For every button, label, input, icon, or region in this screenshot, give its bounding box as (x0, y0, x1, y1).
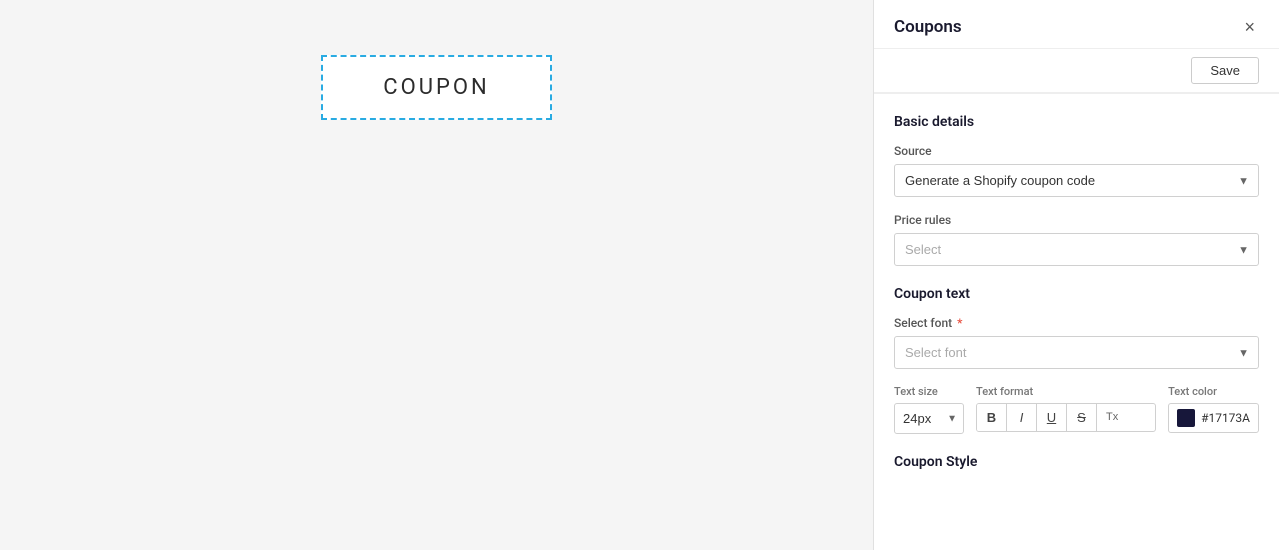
price-rules-select-wrapper: Select ▼ (894, 233, 1259, 266)
price-rules-select[interactable]: Select (894, 233, 1259, 266)
italic-btn[interactable]: I (1007, 404, 1037, 431)
panel-toolbar: Save (874, 49, 1279, 93)
source-select[interactable]: Generate a Shopify coupon code Use exist… (894, 164, 1259, 197)
color-swatch-wrapper[interactable]: #17173A (1168, 403, 1259, 433)
format-buttons: B I U S Tx (976, 403, 1156, 432)
panel-title: Coupons (894, 17, 962, 37)
text-size-group: Text size 12px 14px 16px 18px 20px 24px … (894, 385, 964, 434)
save-button[interactable]: Save (1191, 57, 1259, 84)
source-label: Source (894, 144, 1259, 158)
right-panel: Coupons × Save Basic details Source Gene… (873, 0, 1279, 550)
strikethrough-btn[interactable]: S (1067, 404, 1097, 431)
source-select-wrapper: Generate a Shopify coupon code Use exist… (894, 164, 1259, 197)
clear-format-btn[interactable]: Tx (1097, 404, 1127, 431)
color-swatch (1177, 409, 1195, 427)
coupon-preview[interactable]: COUPON (321, 55, 551, 120)
bold-btn[interactable]: B (977, 404, 1007, 431)
coupon-text-title: Coupon text (894, 286, 1259, 302)
canvas-area: COUPON (0, 0, 873, 550)
font-required: * (954, 316, 962, 330)
font-select-wrapper: Select font ▼ (894, 336, 1259, 369)
underline-btn[interactable]: U (1037, 404, 1067, 431)
panel-body: Basic details Source Generate a Shopify … (874, 94, 1279, 550)
coupon-style-title: Coupon Style (894, 454, 1259, 470)
panel-header: Coupons × (874, 0, 1279, 49)
text-color-label: Text color (1168, 385, 1259, 398)
coupon-text-section: Coupon text Select font * Select font ▼ … (894, 286, 1259, 434)
color-hex-value: #17173A (1201, 411, 1250, 425)
font-label: Select font * (894, 316, 1259, 330)
text-format-label: Text format (976, 385, 1156, 398)
coupon-text: COUPON (383, 75, 489, 100)
price-rules-label: Price rules (894, 213, 1259, 227)
text-controls-row: Text size 12px 14px 16px 18px 20px 24px … (894, 385, 1259, 434)
text-size-select[interactable]: 12px 14px 16px 18px 20px 24px 28px 32px (894, 403, 964, 434)
font-select[interactable]: Select font (894, 336, 1259, 369)
coupon-style-section: Coupon Style (894, 454, 1259, 470)
size-select-wrapper: 12px 14px 16px 18px 20px 24px 28px 32px … (894, 403, 964, 434)
close-button[interactable]: × (1240, 16, 1259, 38)
text-format-group: Text format B I U S Tx (976, 385, 1156, 432)
text-color-group: Text color #17173A (1168, 385, 1259, 433)
text-size-label: Text size (894, 385, 964, 398)
basic-details-title: Basic details (894, 114, 1259, 130)
